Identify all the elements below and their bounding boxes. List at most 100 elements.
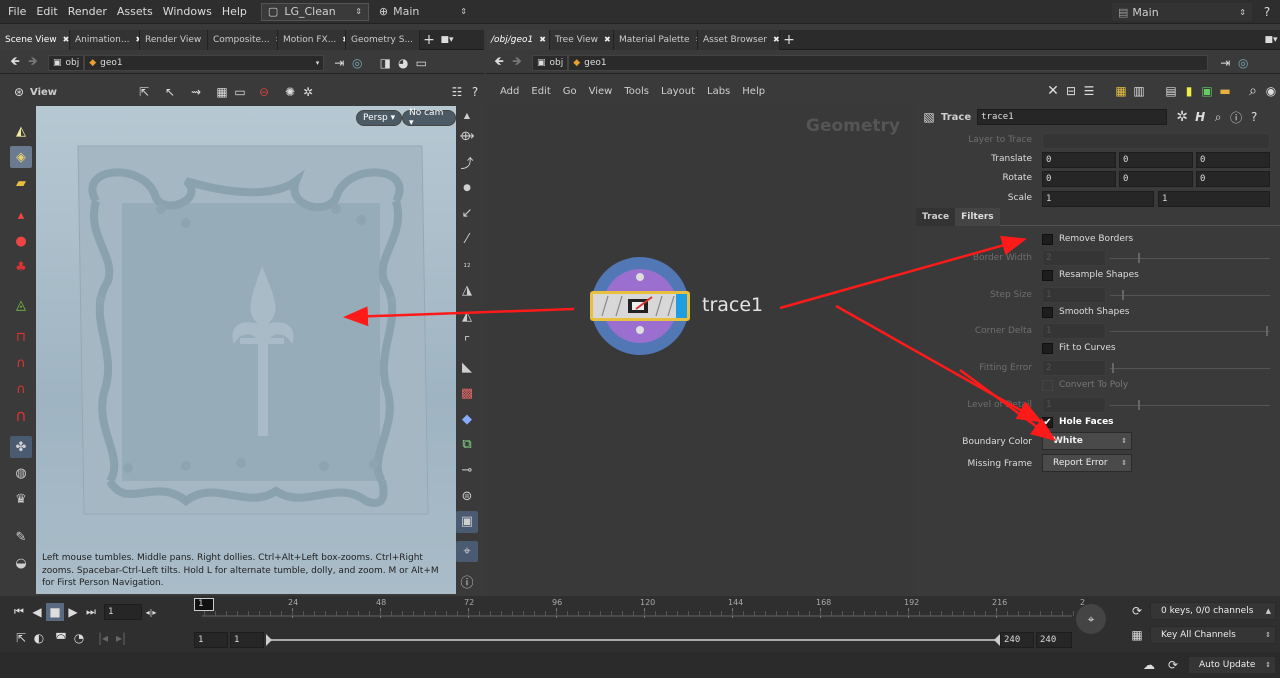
menu-assets[interactable]: Assets [117,5,153,18]
range-end-icon[interactable]: ▸| [112,629,130,647]
corner-delta-handle[interactable] [1266,326,1268,336]
tab-menu-icon[interactable]: ■▾ [438,31,456,49]
translate-y[interactable]: 0 [1119,152,1193,168]
boundary-color-dropdown[interactable]: White ⇕ [1042,432,1132,450]
hand-tool-icon[interactable]: ✎ [10,526,32,548]
tab-filters[interactable]: Filters [955,207,1000,226]
path-obj[interactable]: ▣ obj [532,54,569,71]
template-display-icon[interactable]: ◭ [456,306,478,328]
level-detail-slider[interactable] [1110,405,1270,406]
range-slider[interactable] [266,639,1000,641]
menu-render[interactable]: Render [68,5,107,18]
persp-display-icon[interactable]: ⟴ [456,126,478,148]
node-name-field[interactable]: trace1 [977,109,1168,125]
grid-view-icon[interactable]: ▦ [1112,82,1130,100]
fit-curves-checkbox[interactable] [1042,343,1053,354]
box-icon[interactable]: ▬ [1216,82,1234,100]
menu-help[interactable]: Help [222,5,247,18]
back-arrow-icon[interactable]: 🡸 [6,54,24,72]
wire-display-icon[interactable]: ◣ [456,357,478,379]
net-menu-tools[interactable]: Tools [624,86,649,97]
tab-scene-view[interactable]: Scene View ✖ [0,29,70,50]
edit-tool-icon[interactable]: ▰ [10,172,32,194]
pin-icon[interactable]: ⇥ [330,54,348,72]
checker-display-icon[interactable]: ▩ [456,383,478,405]
help-icon[interactable]: ? [466,83,484,101]
search-icon[interactable]: ⌕ [1244,82,1262,100]
scale-y[interactable]: 1 [1158,191,1270,207]
rotate-x[interactable]: 0 [1042,171,1116,187]
translate-x[interactable]: 0 [1042,152,1116,168]
key-channel-icon[interactable]: ▦ [1128,626,1146,644]
step-size-slider[interactable] [1110,295,1270,296]
net-menu-go[interactable]: Go [563,86,577,97]
scale-x[interactable]: 1 [1042,191,1154,207]
auto-update-dropdown[interactable]: Auto Update ⇕ [1188,656,1276,674]
tab-tree-view[interactable]: Tree View ✖ [550,29,614,50]
magnet2-tool-icon[interactable]: ∩ [10,352,32,374]
scroll-up-icon[interactable]: ▲ [456,110,478,122]
handle-tool-icon[interactable]: ● [10,230,32,252]
grid-icon[interactable]: ✲ [299,83,317,101]
gear-icon[interactable]: ✲ [1173,108,1191,126]
number-display-icon[interactable]: ₁₂ [456,254,478,276]
step-size-handle[interactable] [1122,290,1124,300]
remove-borders-checkbox[interactable] [1042,234,1053,245]
net-menu-add[interactable]: Add [500,86,519,97]
ortho-display-icon[interactable]: ⤴ [456,152,478,174]
safe-area-icon[interactable]: ⊖ [255,83,273,101]
resample-checkbox[interactable] [1042,270,1053,281]
image-display-icon[interactable]: ▣ [456,510,478,533]
branch-display-icon[interactable]: ⊸ [456,460,478,482]
forward-arrow-icon[interactable]: 🡺 [508,54,526,72]
border-width-field[interactable]: 2 [1042,250,1106,266]
network-editor[interactable]: Geometry trace1 [486,104,914,594]
magnet4-tool-icon[interactable]: ∩ [10,404,32,426]
image-icon[interactable]: ▣ [1198,82,1216,100]
range-end2-field[interactable]: 240 [1036,632,1072,648]
playhead-frame[interactable]: 1 [194,598,214,611]
realtime-icon[interactable]: ◚ [52,629,70,647]
tab-render-view[interactable]: Render View✖ [140,29,208,50]
drive-tool-icon[interactable]: ♣ [10,256,32,278]
tab-material-palette[interactable]: Material Palette✖ [614,29,698,50]
pick-icon[interactable]: ↖ [161,83,179,101]
range-icon[interactable]: ⇱ [12,629,30,647]
flow-display-icon[interactable]: ⧉ [456,434,478,456]
scene-viewport[interactable]: Persp ▾ No cam ▾ Left mouse tumbles. Mid… [36,106,456,594]
missing-frame-dropdown[interactable]: Report Error ⇕ [1042,454,1132,472]
tab-motion-fx[interactable]: Motion FX...✖ [278,29,346,50]
path-geo[interactable]: ◆ geo1 [568,54,1209,71]
list-icon[interactable]: ☰ [1080,82,1098,100]
camera-icon[interactable]: ▦ [213,83,231,101]
corner-display-icon[interactable]: ⌜ [456,331,478,353]
net-menu-help[interactable]: Help [742,86,765,97]
menu-windows[interactable]: Windows [163,5,212,18]
level-detail-handle[interactable] [1138,400,1140,410]
keys-channels-dropdown[interactable]: 0 keys, 0/0 channels ▲ [1150,602,1276,620]
info-icon[interactable]: ⓘ [456,570,478,592]
help-icon[interactable]: ? [1245,108,1263,126]
normals-display-icon[interactable]: ↙ [456,203,478,225]
right-view-selector[interactable]: ▤ Main ⇕ [1112,3,1252,21]
sphere-tool-icon[interactable]: ◒ [10,552,32,574]
border-width-slider[interactable] [1110,258,1270,259]
fitting-error-field[interactable]: 2 [1042,360,1106,376]
rotate-y[interactable]: 0 [1119,171,1193,187]
view-selector[interactable]: ⊕ Main ⇕ [373,3,473,21]
fitting-error-handle[interactable] [1112,363,1114,373]
pin-icon[interactable]: ⇥ [1216,54,1234,72]
range-handle-start[interactable] [266,634,272,646]
range-start-icon[interactable]: |◂ [94,629,112,647]
uv-display-icon[interactable]: ◆ [456,408,478,430]
step-back-icon[interactable]: ◀ [28,603,46,621]
background-icon[interactable]: ▭ [412,54,430,72]
menu-edit[interactable]: Edit [36,5,57,18]
magnet3-tool-icon[interactable]: ∩ [10,378,32,400]
eye-icon[interactable]: ◉ [1262,82,1280,100]
add-tab-icon[interactable]: + [780,31,798,49]
pose-tool-icon[interactable]: ▴ [10,204,32,226]
net-menu-edit[interactable]: Edit [531,86,550,97]
tab-menu-icon[interactable]: ■▾ [1262,31,1280,49]
help-icon[interactable]: ? [1258,3,1276,21]
